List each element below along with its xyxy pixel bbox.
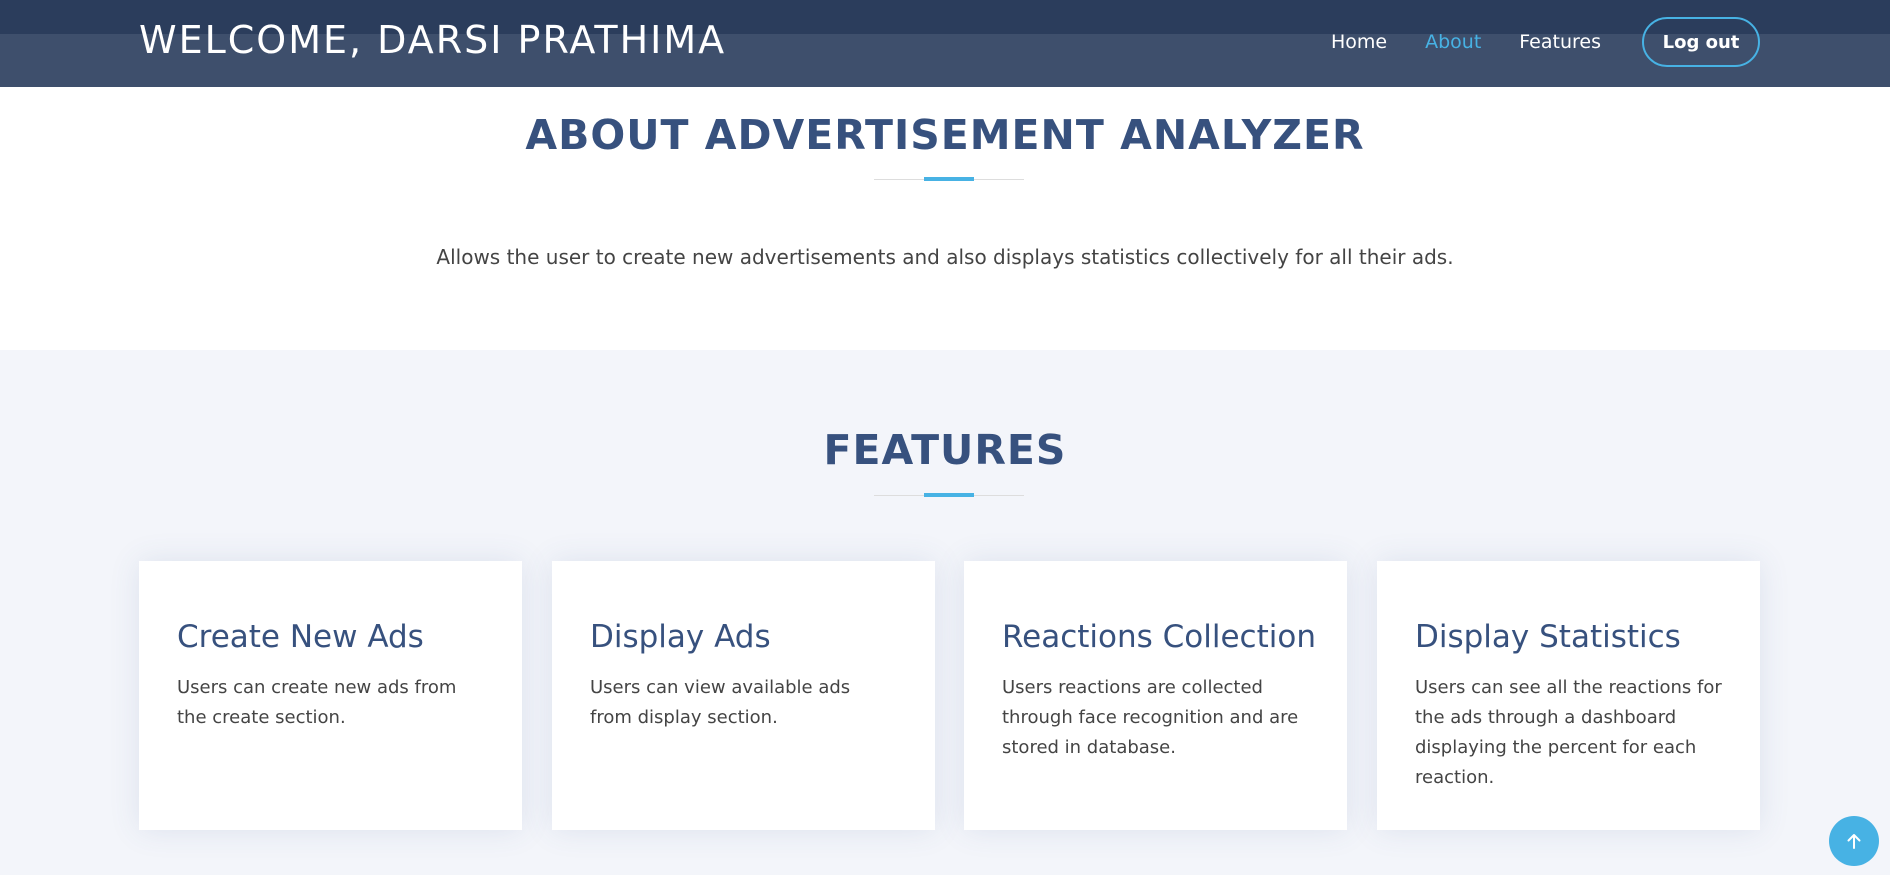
about-title-divider bbox=[874, 177, 1024, 181]
feature-card-text: Users can view available ads from displa… bbox=[590, 677, 851, 728]
back-to-top-button[interactable] bbox=[1829, 816, 1879, 866]
feature-card-title: Display Ads bbox=[590, 619, 771, 655]
arrow-up-icon bbox=[1847, 834, 1861, 849]
features-title: FEATURES bbox=[823, 426, 1067, 474]
feature-card-display-ads: Display Ads Users can view available ads… bbox=[552, 561, 935, 830]
feature-card-reactions-collection: Reactions Collection Users reactions are… bbox=[964, 561, 1347, 830]
nav-features-link[interactable]: Features bbox=[1519, 31, 1601, 53]
welcome-title: WELCOME, DARSI PRATHIMA bbox=[139, 18, 727, 62]
feature-card-title: Reactions Collection bbox=[1002, 619, 1316, 655]
about-section: ABOUT ADVERTISEMENT ANALYZER Allows the … bbox=[0, 87, 1890, 350]
nav-home-link[interactable]: Home bbox=[1331, 31, 1387, 53]
about-description: Allows the user to create new advertisem… bbox=[436, 245, 1454, 269]
feature-card-display-statistics: Display Statistics Users can see all the… bbox=[1377, 561, 1760, 830]
logout-button[interactable]: Log out bbox=[1642, 17, 1760, 67]
feature-card-title: Display Statistics bbox=[1415, 619, 1681, 655]
feature-card-text: Users can create new ads from the create… bbox=[177, 677, 457, 728]
feature-card-create-ads: Create New Ads Users can create new ads … bbox=[139, 561, 522, 830]
site-header: WELCOME, DARSI PRATHIMA Home About Featu… bbox=[0, 0, 1890, 87]
features-title-divider bbox=[874, 493, 1024, 497]
feature-card-text: Users can see all the reactions for the … bbox=[1415, 677, 1722, 788]
feature-card-title: Create New Ads bbox=[177, 619, 424, 655]
about-title-accent bbox=[924, 177, 974, 181]
feature-card-text: Users reactions are collected through fa… bbox=[1002, 677, 1299, 758]
features-section: FEATURES Create New Ads Users can create… bbox=[0, 350, 1890, 875]
main-nav: Home About Features Log out bbox=[1293, 0, 1760, 84]
nav-about-link[interactable]: About bbox=[1425, 31, 1481, 53]
about-title: ABOUT ADVERTISEMENT ANALYZER bbox=[525, 111, 1365, 159]
features-title-accent bbox=[924, 493, 974, 497]
